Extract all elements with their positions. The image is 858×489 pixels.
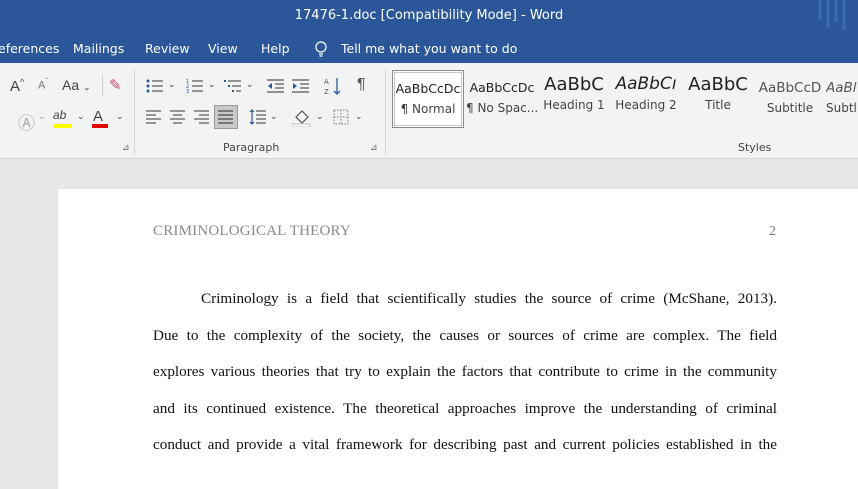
- style-preview: AaBbC: [688, 74, 748, 95]
- style-no-spacing[interactable]: AaBbCcDc ¶ No Spac...: [466, 70, 538, 128]
- font-color-dropdown-icon[interactable]: ⌄: [116, 111, 124, 122]
- multilevel-list-icon[interactable]: [224, 78, 242, 94]
- svg-text:A: A: [324, 78, 329, 86]
- ribbon-tabs: eferences Mailings Review View Help Tell…: [0, 33, 858, 63]
- borders-dropdown-icon[interactable]: ⌄: [355, 111, 363, 122]
- sort-icon[interactable]: AZ: [324, 76, 342, 96]
- style-subtle-emphasis[interactable]: AaBl Subtl: [826, 70, 858, 128]
- increase-indent-icon[interactable]: [292, 78, 310, 94]
- text-line: Due to the complexity of the society, th…: [153, 326, 777, 344]
- style-heading-1[interactable]: AaBbC Heading 1: [538, 70, 610, 128]
- style-name: ¶ Normal: [400, 102, 456, 116]
- style-preview: AaBbCcDc: [469, 80, 535, 95]
- text-effects-dropdown-icon[interactable]: ⌄: [38, 111, 46, 122]
- style-preview: AaBl: [826, 80, 857, 96]
- group-separator: [385, 69, 386, 155]
- justify-button[interactable]: [214, 105, 238, 129]
- styles-gallery: AaBbCcDc ¶ Normal AaBbCcDc ¶ No Spac... …: [392, 70, 858, 130]
- text-effects-icon[interactable]: Ⓐ: [18, 109, 35, 134]
- grow-font-icon[interactable]: A^: [10, 77, 24, 95]
- style-name: Heading 1: [543, 98, 605, 112]
- show-formatting-marks-icon[interactable]: ¶: [357, 76, 366, 94]
- document-area: CRIMINOLOGICAL THEORY 2 Criminology is a…: [0, 159, 858, 489]
- style-name: ¶ No Spac...: [466, 101, 538, 115]
- line-spacing-dropdown-icon[interactable]: ⌄: [270, 111, 278, 122]
- align-right-icon[interactable]: [194, 110, 210, 124]
- style-name: Subtitle: [766, 101, 814, 115]
- title-bar: 17476-1.doc [Compatibility Mode] - Word: [0, 0, 858, 33]
- tab-view[interactable]: View: [208, 41, 238, 56]
- page-number: 2: [769, 224, 776, 239]
- clear-formatting-icon[interactable]: ✎: [109, 76, 122, 94]
- bullets-dropdown-icon[interactable]: ⌄: [168, 79, 176, 90]
- highlight-color-bar: [53, 124, 71, 128]
- line-spacing-icon[interactable]: [249, 108, 267, 126]
- shrink-font-icon[interactable]: Aˇ: [38, 77, 48, 92]
- window-title: 17476-1.doc [Compatibility Mode] - Word: [294, 8, 564, 23]
- body-paragraph[interactable]: Criminology is a field that scientifical…: [153, 290, 777, 473]
- tab-references[interactable]: eferences: [0, 41, 59, 56]
- style-normal[interactable]: AaBbCcDc ¶ Normal: [392, 70, 464, 128]
- justify-icon: [218, 110, 233, 124]
- style-heading-2[interactable]: AaBbCı Heading 2: [610, 70, 682, 128]
- text-line: and its continued existence. The theoret…: [153, 399, 777, 417]
- paragraph-dialog-launcher-icon[interactable]: ⊿: [370, 142, 378, 153]
- running-header: CRIMINOLOGICAL THEORY: [153, 223, 351, 239]
- tab-help[interactable]: Help: [261, 41, 290, 56]
- shading-icon[interactable]: [292, 107, 312, 127]
- align-left-icon[interactable]: [146, 110, 162, 124]
- decrease-indent-icon[interactable]: [267, 78, 285, 94]
- bullets-icon[interactable]: [146, 78, 164, 94]
- title-pattern-icon: [818, 0, 846, 30]
- font-color-bar: [92, 124, 108, 128]
- style-subtitle[interactable]: AaBbCcD Subtitle: [754, 70, 826, 128]
- svg-text:3: 3: [186, 89, 189, 94]
- style-name: Title: [705, 98, 731, 112]
- numbering-dropdown-icon[interactable]: ⌄: [208, 79, 216, 90]
- style-preview: AaBbCcDc: [395, 81, 461, 96]
- style-name: Subtl: [826, 101, 857, 115]
- font-color-icon[interactable]: A: [93, 108, 103, 125]
- style-preview: AaBbCı: [615, 74, 677, 94]
- group-separator: [134, 69, 135, 155]
- change-case-label: Aa: [62, 77, 80, 93]
- tab-review[interactable]: Review: [145, 41, 190, 56]
- ribbon: A^ Aˇ Aa ⌄ ✎ Ⓐ ⌄ ab ⌄ A ⌄ ⊿ ⌄ 123 ⌄ ⌄ AZ …: [0, 63, 858, 159]
- numbering-icon[interactable]: 123: [186, 78, 204, 94]
- style-title[interactable]: AaBbC Title: [682, 70, 754, 128]
- shading-dropdown-icon[interactable]: ⌄: [316, 111, 324, 122]
- style-name: Heading 2: [615, 98, 677, 112]
- styles-group-label: Styles: [738, 141, 772, 154]
- paragraph-group-label: Paragraph: [223, 141, 280, 154]
- text-line: Criminology is a field that scientifical…: [201, 290, 777, 307]
- align-center-icon[interactable]: [170, 110, 186, 124]
- highlight-dropdown-icon[interactable]: ⌄: [77, 111, 85, 122]
- tab-mailings[interactable]: Mailings: [73, 41, 124, 56]
- multilevel-dropdown-icon[interactable]: ⌄: [246, 79, 254, 90]
- style-preview: AaBbCcD: [758, 80, 822, 96]
- document-page[interactable]: CRIMINOLOGICAL THEORY 2 Criminology is a…: [58, 189, 858, 489]
- borders-icon[interactable]: [333, 109, 349, 125]
- lightbulb-icon: [315, 41, 327, 57]
- change-case-button[interactable]: Aa ⌄: [62, 77, 91, 93]
- text-line: conduct and provide a vital framework fo…: [153, 436, 777, 454]
- text-line: explores various theories that try to ex…: [153, 363, 777, 381]
- style-preview: AaBbC: [544, 74, 604, 95]
- font-dialog-launcher-icon[interactable]: ⊿: [122, 142, 130, 153]
- tell-me-search[interactable]: Tell me what you want to do: [341, 41, 517, 56]
- svg-text:Z: Z: [324, 88, 329, 96]
- highlight-icon[interactable]: ab: [53, 108, 66, 122]
